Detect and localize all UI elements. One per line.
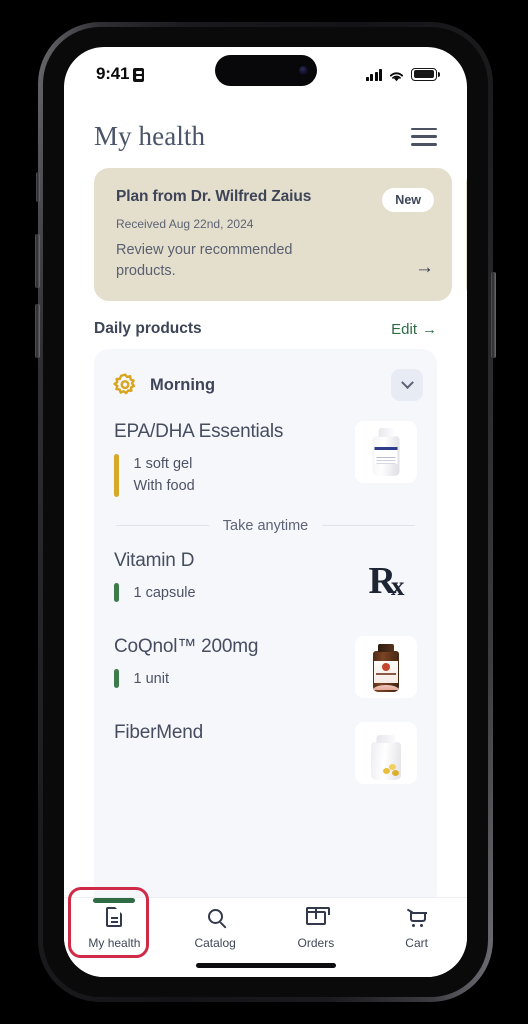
arrow-right-icon[interactable]: → xyxy=(415,257,434,281)
divider-line-right xyxy=(322,525,415,526)
phone-device-frame: 9:41 My health Plan from Dr. Wilfred Zai… xyxy=(35,22,496,1002)
app-header: My health xyxy=(64,101,467,168)
alarm-badge-icon xyxy=(133,68,145,82)
plan-card-received-date: Received Aug 22nd, 2024 xyxy=(116,217,254,231)
tab-my-health[interactable]: My health xyxy=(64,898,165,950)
divider-label: Take anytime xyxy=(222,517,309,534)
battery-full-icon xyxy=(411,67,440,81)
volume-down-button[interactable] xyxy=(35,304,40,358)
product-row[interactable]: Vitamin D 1 capsule Rx xyxy=(94,536,437,622)
chevron-down-icon[interactable] xyxy=(391,369,423,401)
product-info: EPA/DHA Essentials 1 soft gel With food xyxy=(114,421,345,498)
dose-amount: 1 unit xyxy=(133,670,169,687)
dynamic-island xyxy=(214,55,317,86)
status-time: 9:41 xyxy=(96,64,145,84)
power-button[interactable] xyxy=(491,272,496,358)
phone-screen: 9:41 My health Plan from Dr. Wilfred Zai… xyxy=(64,47,467,977)
bottom-tab-bar: My health Catalog Orders Cart xyxy=(64,887,467,977)
wifi-icon xyxy=(388,69,405,81)
product-row[interactable]: FiberMend xyxy=(94,708,437,794)
dose-color-bar xyxy=(114,454,119,497)
tab-cart[interactable]: Cart xyxy=(366,907,467,950)
product-name: CoQnol™ 200mg xyxy=(114,635,259,657)
product-name: EPA/DHA Essentials xyxy=(114,421,284,442)
plan-card-title: Plan from Dr. Wilfred Zaius xyxy=(116,188,312,205)
daily-products-header: Daily products Edit → xyxy=(64,301,467,349)
plan-card-header: Plan from Dr. Wilfred Zaius New xyxy=(116,188,434,212)
tab-catalog[interactable]: Catalog xyxy=(165,907,266,950)
document-icon xyxy=(103,907,125,929)
take-anytime-divider: Take anytime xyxy=(94,508,437,536)
plan-card-footer: Review your recommended products. → xyxy=(116,240,434,281)
status-time-text: 9:41 xyxy=(96,64,130,83)
plan-card-description: Review your recommended products. xyxy=(116,242,293,279)
tab-orders[interactable]: Orders xyxy=(266,907,367,950)
home-indicator xyxy=(195,963,336,968)
box-icon xyxy=(305,907,330,929)
cellular-signal-icon xyxy=(365,68,382,81)
morning-group-header[interactable]: Morning xyxy=(94,363,437,407)
tab-label: Catalog xyxy=(194,936,236,950)
tab-label: Cart xyxy=(405,936,428,950)
front-camera-icon xyxy=(298,66,308,75)
section-title: Daily products xyxy=(94,320,202,337)
product-info: FiberMend xyxy=(114,722,345,744)
tab-label: My health xyxy=(88,936,141,950)
rx-letter: R xyxy=(368,559,397,602)
sun-icon xyxy=(113,373,137,397)
arrow-right-icon: → xyxy=(422,320,437,338)
product-row[interactable]: EPA/DHA Essentials 1 soft gel With food xyxy=(94,407,437,508)
volume-up-button[interactable] xyxy=(35,234,40,288)
plan-card[interactable]: Plan from Dr. Wilfred Zaius New Received… xyxy=(466,168,467,301)
divider-line-left xyxy=(116,525,209,526)
shopping-cart-icon xyxy=(406,907,428,929)
dose-row: 1 unit xyxy=(114,668,345,691)
dose-color-bar xyxy=(114,668,119,688)
white-yellow-supplement-bottle xyxy=(371,741,401,780)
hamburger-menu-icon[interactable] xyxy=(411,127,437,146)
status-icons xyxy=(365,67,440,81)
dose-instruction: With food xyxy=(133,477,195,494)
product-info: Vitamin D 1 capsule xyxy=(114,550,345,605)
product-row[interactable]: CoQnol™ 200mg 1 unit xyxy=(94,622,437,708)
rx-subscript: x xyxy=(390,571,404,601)
white-supplement-bottle xyxy=(372,436,400,476)
dose-row: 1 capsule xyxy=(114,582,345,605)
search-icon xyxy=(204,907,226,929)
product-info: CoQnol™ 200mg 1 unit xyxy=(114,636,345,691)
edit-label: Edit xyxy=(391,320,417,338)
dose-text-wrap: 1 capsule xyxy=(134,583,196,605)
plan-cards-carousel[interactable]: Plan from Dr. Wilfred Zaius New Received… xyxy=(64,168,467,301)
morning-group-label: Morning xyxy=(150,375,216,394)
dose-text-wrap: 1 unit xyxy=(134,669,169,691)
dose-amount: 1 capsule xyxy=(133,584,196,601)
active-tab-indicator xyxy=(93,898,136,903)
brown-supplement-bottle xyxy=(373,650,399,692)
dose-amount: 1 soft gel xyxy=(133,456,193,472)
page-title: My health xyxy=(94,121,206,151)
product-name: Vitamin D xyxy=(114,549,195,571)
product-thumbnail xyxy=(355,721,417,784)
morning-group-label-wrap: Morning xyxy=(113,373,215,397)
product-thumbnail xyxy=(355,421,417,483)
silent-switch[interactable] xyxy=(36,172,40,202)
rx-prescription-symbol: Rx xyxy=(355,550,417,612)
product-name: FiberMend xyxy=(114,721,204,743)
dose-text-wrap: 1 soft gel With food xyxy=(134,454,195,498)
edit-button[interactable]: Edit → xyxy=(391,321,437,338)
products-panel: Morning EPA/DHA Essentials 1 soft gel Wi… xyxy=(94,349,437,909)
product-thumbnail xyxy=(355,635,417,698)
status-badge: New xyxy=(382,188,434,212)
dose-row: 1 soft gel With food xyxy=(114,454,345,498)
plan-card[interactable]: Plan from Dr. Wilfred Zaius New Received… xyxy=(94,168,452,301)
dose-color-bar xyxy=(114,582,119,602)
tab-label: Orders xyxy=(297,936,335,950)
status-bar: 9:41 xyxy=(64,47,467,101)
